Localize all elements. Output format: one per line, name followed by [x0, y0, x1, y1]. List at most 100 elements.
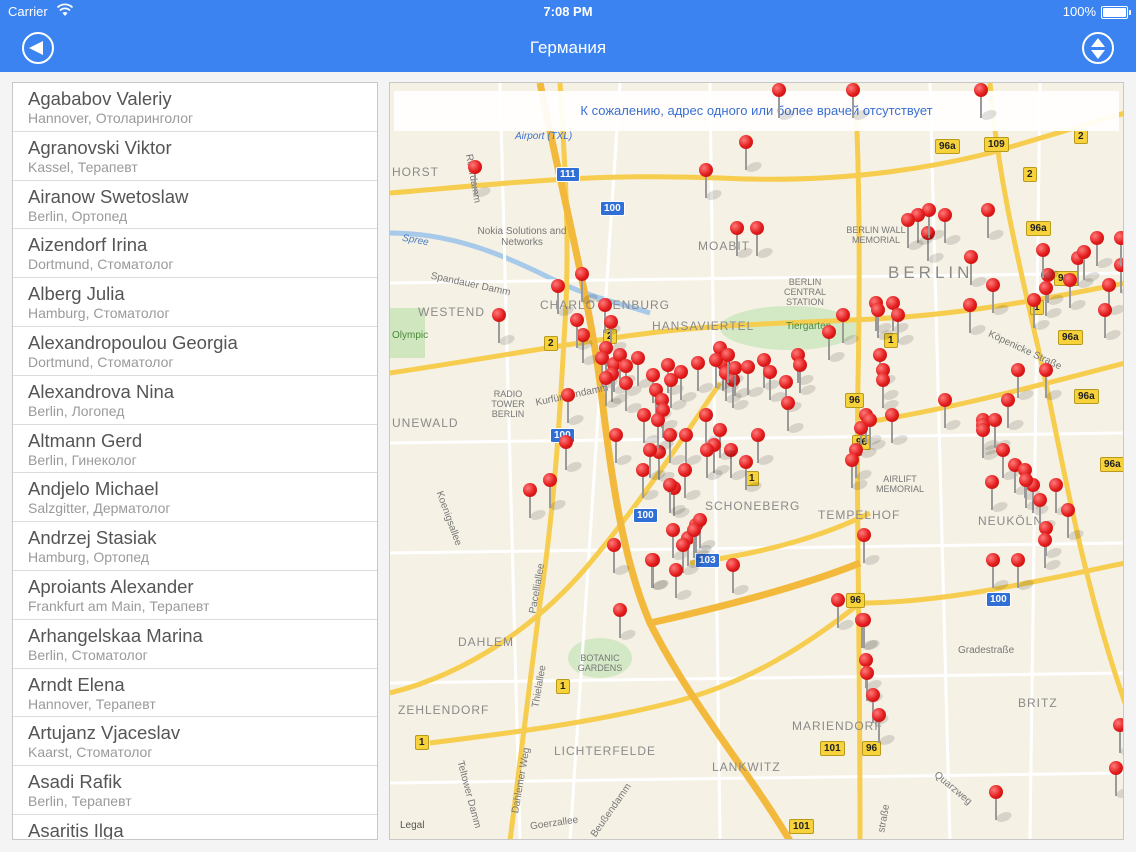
doctor-location-pin[interactable]	[1062, 273, 1088, 317]
doctor-location-pin[interactable]	[1038, 281, 1064, 325]
doctor-location-pin[interactable]	[973, 83, 999, 127]
doctor-location-pin[interactable]	[644, 553, 670, 597]
sort-button[interactable]	[1082, 32, 1114, 64]
doctor-location-pin[interactable]	[1037, 533, 1063, 577]
doctor-location-pin[interactable]	[749, 221, 775, 265]
road-label: Gradestraße	[958, 645, 1015, 656]
doctor-location-pin[interactable]	[890, 308, 916, 352]
list-item[interactable]: Asadi Rafik Berlin, Терапевт	[13, 766, 377, 815]
list-item[interactable]: Andrzej Stasiak Hamburg, Ортопед	[13, 522, 377, 571]
doctor-location-pin[interactable]	[845, 83, 871, 127]
doctor-location-pin[interactable]	[871, 708, 897, 752]
doctor-location-pin[interactable]	[550, 279, 576, 323]
doctor-location-pin[interactable]	[988, 785, 1014, 829]
doctor-location-pin[interactable]	[870, 303, 896, 347]
doctor-name: Asaritis Ilga	[28, 819, 124, 840]
doctor-location-pin[interactable]	[662, 478, 688, 522]
doctor-location-pin[interactable]	[1113, 231, 1123, 275]
doctor-location-pin[interactable]	[1108, 761, 1123, 805]
doctor-location-pin[interactable]	[856, 528, 882, 572]
doctor-location-pin[interactable]	[598, 371, 624, 415]
doctor-location-pin[interactable]	[1076, 245, 1102, 289]
doctor-location-pin[interactable]	[612, 603, 638, 647]
doctor-location-pin[interactable]	[569, 313, 595, 357]
route-badge: 96	[846, 593, 866, 608]
doctor-location-pin[interactable]	[1112, 718, 1123, 762]
doctor-location-pin[interactable]	[980, 203, 1006, 247]
doctor-location-pin[interactable]	[830, 593, 856, 637]
list-item[interactable]: Altmann Gerd Berlin, Гинеколог	[13, 425, 377, 474]
legal-link[interactable]: Legal	[400, 820, 424, 831]
navigation-bar: Carrier 7:08 PM 100% Германия	[0, 0, 1136, 72]
doctor-location-pin[interactable]	[856, 613, 882, 657]
doctor-location-pin[interactable]	[690, 356, 716, 400]
route-badge: 96a	[1026, 221, 1051, 236]
doctor-location-pin[interactable]	[762, 365, 788, 409]
doctor-location-pin[interactable]	[821, 325, 847, 369]
doctor-location-pin[interactable]	[844, 453, 870, 497]
doctor-location-pin[interactable]	[467, 160, 493, 204]
doctor-location-pin[interactable]	[558, 435, 584, 479]
doctor-location-pin[interactable]	[900, 213, 926, 257]
doctor-location-pin[interactable]	[1097, 303, 1123, 347]
doctor-location-pin[interactable]	[522, 483, 548, 527]
doctor-location-pin[interactable]	[937, 393, 963, 437]
doctor-location-pin[interactable]	[491, 308, 517, 352]
doctor-location-pin[interactable]	[560, 388, 586, 432]
doctor-location-pin[interactable]	[574, 267, 600, 311]
doctor-location-pin[interactable]	[699, 443, 725, 487]
list-item[interactable]: Alexandropoulou Georgia Dortmund, Стомато…	[13, 327, 377, 376]
doctor-location-pin[interactable]	[729, 221, 755, 265]
doctor-location-pin[interactable]	[725, 558, 751, 602]
doctor-name: Airanow Swetoslaw	[28, 185, 189, 207]
doctor-location-pin[interactable]	[668, 563, 694, 607]
doctor-location-pin[interactable]	[740, 360, 766, 404]
list-item[interactable]: Alberg Julia Hamburg, Стоматолог	[13, 278, 377, 327]
map-view[interactable]: BERLIN WESTEND CHARLOTTENBURG HANSAVIERT…	[389, 82, 1124, 840]
list-item[interactable]: Aizendorf Irina Dortmund, Стоматолог	[13, 229, 377, 279]
doctor-location-pin[interactable]	[698, 163, 724, 207]
list-item[interactable]: Asaritis Ilga	[13, 815, 377, 840]
doctor-name: Alberg Julia	[28, 283, 125, 305]
route-badge: 101	[789, 819, 814, 834]
doctor-location-pin[interactable]	[1060, 503, 1086, 547]
route-badge: 96	[845, 393, 865, 408]
doctor-location-pin[interactable]	[975, 423, 1001, 467]
list-item[interactable]: Alexandrova Nina Berlin, Логопед	[13, 376, 377, 425]
doctor-list[interactable]: Agababov Valeriy Hannover, Отоларинголог …	[12, 82, 378, 840]
doctor-detail: Berlin, Гинеколог	[28, 451, 137, 468]
doctor-location-pin[interactable]	[884, 408, 910, 452]
doctor-location-pin[interactable]	[606, 538, 632, 582]
doctor-location-pin[interactable]	[963, 250, 989, 294]
route-badge: 96a	[935, 139, 960, 154]
doctor-location-pin[interactable]	[618, 376, 644, 420]
doctor-location-pin[interactable]	[985, 278, 1011, 322]
doctor-location-pin[interactable]	[962, 298, 988, 342]
doctor-location-pin[interactable]	[985, 553, 1011, 597]
list-item[interactable]: Agababov Valeriy Hannover, Отоларинголог	[13, 83, 377, 132]
list-item[interactable]: Airanow Swetoslaw Berlin, Ортопед	[13, 181, 377, 230]
list-item[interactable]: Arhangelskaa Marina Berlin, Стоматолог	[13, 620, 377, 669]
doctor-location-pin[interactable]	[835, 308, 861, 352]
clock: 7:08 PM	[543, 4, 593, 19]
doctor-location-pin[interactable]	[720, 348, 746, 392]
list-item[interactable]: Andjelo Michael Salzgitter, Дерматолог	[13, 473, 377, 523]
doctor-location-pin[interactable]	[771, 83, 797, 127]
list-item[interactable]: Arndt Elena Hannover, Терапевт	[13, 669, 377, 718]
list-item[interactable]: Aproiants Alexander Frankfurt am Main, Те…	[13, 571, 377, 620]
list-item[interactable]: Artujanz Vjaceslav Kaarst, Стоматолог	[13, 717, 377, 767]
doctor-location-pin[interactable]	[608, 428, 634, 472]
doctor-location-pin[interactable]	[686, 523, 712, 567]
doctor-location-pin[interactable]	[780, 396, 806, 440]
doctor-location-pin[interactable]	[1010, 553, 1036, 597]
doctor-location-pin[interactable]	[738, 135, 764, 179]
doctor-detail: Dortmund, Стоматолог	[28, 353, 174, 370]
sort-up-icon	[1091, 38, 1105, 47]
doctor-location-pin[interactable]	[937, 208, 963, 252]
doctor-detail: Hannover, Отоларинголог	[28, 110, 194, 126]
doctor-location-pin[interactable]	[984, 475, 1010, 519]
route-badge: 111	[556, 167, 580, 182]
doctor-location-pin[interactable]	[650, 413, 676, 457]
doctor-location-pin[interactable]	[1038, 363, 1064, 407]
list-item[interactable]: Agranovski Viktor Kassel, Терапевт	[13, 132, 377, 181]
